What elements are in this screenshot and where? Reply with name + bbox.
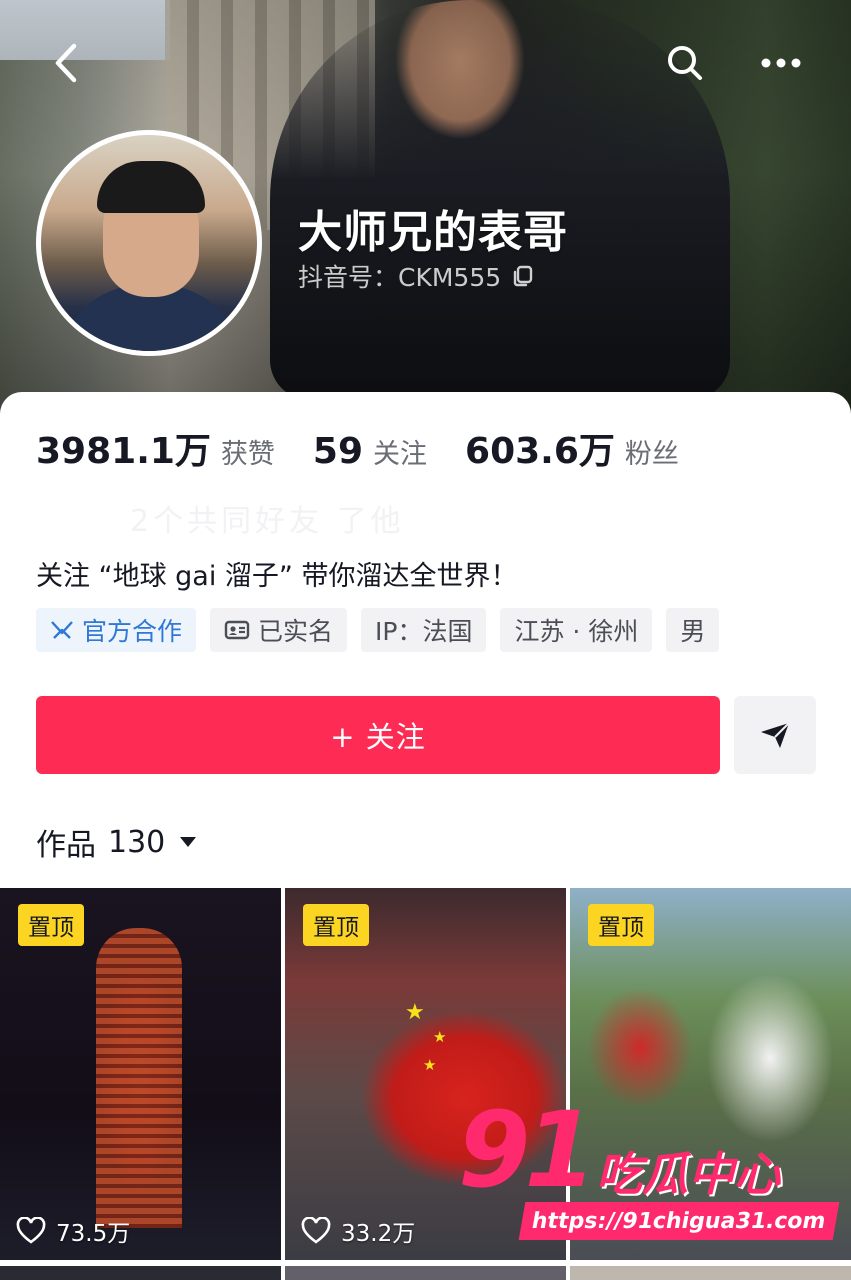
tag-label: 官方合作 — [82, 617, 183, 646]
more-button[interactable] — [756, 38, 806, 88]
mutual-friends-faded: 2个共同好友 了他 — [130, 504, 405, 539]
back-button[interactable] — [42, 38, 92, 88]
stat-likes[interactable]: 3981.1万 获赞 — [36, 422, 275, 474]
more-dots-icon — [761, 58, 801, 68]
follow-button-label: + 关注 — [330, 720, 426, 754]
heart-icon — [301, 1217, 331, 1245]
profile-tags: 官方合作 已实名 IP：法国 江苏 · 徐州 男 — [36, 608, 733, 652]
tag-gender: 男 — [666, 608, 720, 652]
pinned-badge: 置顶 — [18, 904, 84, 946]
heart-icon — [16, 1217, 46, 1245]
tag-label: 男 — [680, 617, 706, 646]
id-card-icon — [224, 619, 250, 641]
stat-label: 粉丝 — [624, 439, 679, 470]
star-icon: ★ — [423, 1056, 437, 1074]
next-row-thumbnails — [0, 1266, 851, 1280]
search-button[interactable] — [660, 38, 710, 88]
likes-count: 73.5万 — [56, 1221, 131, 1247]
stat-value: 603.6万 — [465, 431, 615, 472]
video-likes: 33.2万 — [301, 1214, 415, 1248]
works-count: 130 — [108, 824, 166, 860]
video-likes: 73.5万 — [16, 1214, 130, 1248]
profile-nickname: 大师兄的表哥 — [298, 207, 568, 258]
caret-down-icon — [179, 835, 197, 849]
watermark-number: 91 — [458, 1089, 597, 1211]
profile-page: 大师兄的表哥 抖音号：CKM555 3981.1万 获赞 59 关注 603.6… — [0, 0, 851, 1280]
pinned-badge: 置顶 — [588, 904, 654, 946]
copy-icon[interactable] — [511, 264, 535, 288]
stat-followers[interactable]: 603.6万 粉丝 — [465, 422, 679, 474]
tag-official-cooperation[interactable]: 官方合作 — [36, 608, 197, 652]
stat-value: 59 — [312, 431, 364, 472]
stats-row: 3981.1万 获赞 59 关注 603.6万 粉丝 — [36, 422, 717, 474]
official-icon — [50, 619, 74, 641]
tag-verified-name[interactable]: 已实名 — [210, 608, 348, 652]
stat-following[interactable]: 59 关注 — [313, 431, 427, 472]
tag-label: 江苏 · 徐州 — [514, 617, 639, 646]
stat-label: 获赞 — [220, 439, 275, 470]
stat-label: 关注 — [373, 439, 428, 470]
avatar[interactable] — [36, 130, 262, 356]
star-icon: ★ — [405, 1000, 425, 1025]
video-thumbnail[interactable]: 置顶 73.5万 — [0, 888, 281, 1260]
likes-count: 33.2万 — [341, 1221, 416, 1247]
tag-hometown: 江苏 · 徐州 — [500, 608, 653, 652]
search-icon — [668, 46, 702, 80]
star-icon: ★ — [433, 1028, 447, 1046]
watermark-url: https://91chigua31.com — [518, 1202, 839, 1240]
tag-label: IP：法国 — [375, 617, 473, 646]
chevron-left-icon — [55, 43, 77, 83]
account-id: 抖音号：CKM555 — [298, 263, 502, 292]
tag-ip-location: IP：法国 — [361, 608, 487, 652]
send-message-button[interactable] — [734, 696, 816, 774]
watermark-text: 吃瓜中心 — [596, 1147, 780, 1201]
follow-button[interactable]: + 关注 — [36, 696, 720, 774]
account-id-row[interactable]: 抖音号：CKM555 — [298, 258, 535, 294]
tag-label: 已实名 — [258, 617, 334, 646]
watermark-logo: 91 吃瓜中心 https://91chigua31.com — [450, 1098, 850, 1248]
profile-bio: 关注 “地球 gai 溜子” 带你溜达全世界！ — [36, 561, 518, 592]
works-label: 作品 — [36, 828, 96, 863]
pinned-badge: 置顶 — [303, 904, 369, 946]
send-icon — [761, 722, 790, 748]
tower-image — [96, 928, 182, 1228]
works-tab[interactable]: 作品 130 — [36, 820, 197, 864]
stat-value: 3981.1万 — [36, 431, 211, 472]
